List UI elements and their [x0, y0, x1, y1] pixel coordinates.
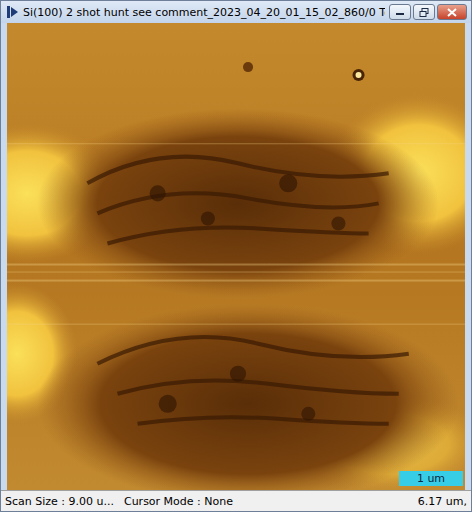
scale-bar: 1 um [399, 471, 463, 486]
close-icon [447, 8, 457, 17]
minimize-button[interactable] [389, 4, 411, 20]
close-button[interactable] [437, 4, 467, 20]
image-window: Si(100) 2 shot hunt see comment_2023_04_… [0, 0, 472, 512]
restore-icon [419, 8, 429, 17]
topography-image [7, 23, 465, 490]
app-icon [7, 6, 19, 18]
image-area[interactable]: 1 um [7, 23, 465, 490]
title-bar[interactable]: Si(100) 2 shot hunt see comment_2023_04_… [1, 1, 471, 23]
restore-button[interactable] [413, 4, 435, 20]
scan-size: Scan Size : 9.00 u... [5, 495, 114, 508]
window-controls [389, 4, 467, 20]
cursor-position: 6.17 um, [418, 495, 467, 508]
cursor-mode: Cursor Mode : None [124, 495, 408, 508]
window-title: Si(100) 2 shot hunt see comment_2023_04_… [23, 6, 385, 19]
minimize-icon [395, 8, 405, 16]
status-bar: Scan Size : 9.00 u... Cursor Mode : None 6… [1, 490, 471, 511]
